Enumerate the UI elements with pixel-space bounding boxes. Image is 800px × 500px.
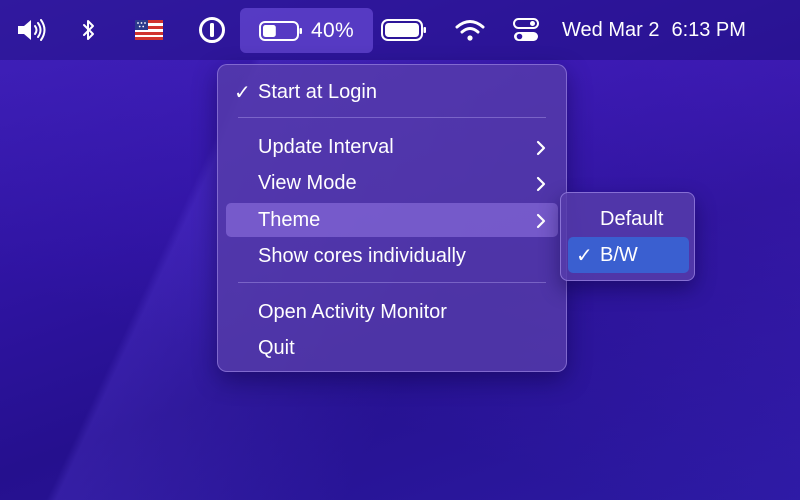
menu-separator <box>238 117 546 118</box>
submenu-item-bw[interactable]: ✓ B/W <box>568 237 689 273</box>
chevron-right-icon <box>536 140 546 156</box>
wifi-button[interactable] <box>452 0 488 60</box>
menu-item-label: Theme <box>258 208 321 231</box>
menu-item-label: Show cores individually <box>258 244 466 267</box>
menu-item-view-mode[interactable]: View Mode <box>226 167 558 199</box>
battery-icon <box>381 19 426 41</box>
speaker-volume-icon <box>18 19 46 41</box>
battery-indicator-icon <box>259 20 303 41</box>
checkmark-icon: ✓ <box>576 244 593 267</box>
chevron-right-icon <box>536 213 546 229</box>
menu-separator <box>238 282 546 283</box>
bluetooth-icon <box>83 20 94 40</box>
menu-item-start-at-login[interactable]: ✓ Start at Login <box>226 76 558 108</box>
battery-stats-menu-extra[interactable]: 40% <box>240 8 373 53</box>
menu-item-theme[interactable]: Theme <box>226 203 558 237</box>
clock-time: 6:13 PM <box>671 18 746 41</box>
submenu-item-label: Default <box>600 207 664 230</box>
clock-date: Wed Mar 2 <box>562 18 660 41</box>
menu-bar-clock[interactable]: Wed Mar 2 6:13 PM <box>562 0 792 60</box>
control-center-button[interactable] <box>508 0 544 60</box>
checkmark-icon: ✓ <box>234 81 251 104</box>
menu-item-open-activity-monitor[interactable]: Open Activity Monitor <box>226 296 558 328</box>
password-manager-button[interactable] <box>194 0 230 60</box>
battery-stats-dropdown-menu: ✓ Start at Login Update Interval View Mo… <box>217 64 567 372</box>
menu-item-update-interval[interactable]: Update Interval <box>226 131 558 163</box>
menu-item-label: Quit <box>258 336 295 359</box>
menu-item-label: Open Activity Monitor <box>258 300 447 323</box>
battery-button[interactable] <box>380 0 428 60</box>
input-source-button[interactable] <box>130 0 168 60</box>
submenu-item-label: B/W <box>600 243 638 266</box>
submenu-item-default[interactable]: Default <box>568 201 689 237</box>
control-center-icon <box>513 18 539 41</box>
us-flag-icon <box>135 20 163 40</box>
bluetooth-button[interactable] <box>74 0 104 60</box>
menu-bar: 40% Wed Mar 2 6:13 PM <box>0 0 800 60</box>
menu-item-label: Update Interval <box>258 135 394 158</box>
wifi-icon <box>455 20 485 41</box>
volume-button[interactable] <box>14 0 50 60</box>
chevron-right-icon <box>536 176 546 192</box>
onepassword-icon <box>199 17 225 43</box>
menu-item-label: View Mode <box>258 171 357 194</box>
theme-submenu: Default ✓ B/W <box>560 192 695 281</box>
menu-item-label: Start at Login <box>258 80 377 103</box>
menu-item-show-cores-individually[interactable]: Show cores individually <box>226 240 558 272</box>
menu-item-quit[interactable]: Quit <box>226 332 558 364</box>
battery-percent-label: 40% <box>311 18 354 42</box>
